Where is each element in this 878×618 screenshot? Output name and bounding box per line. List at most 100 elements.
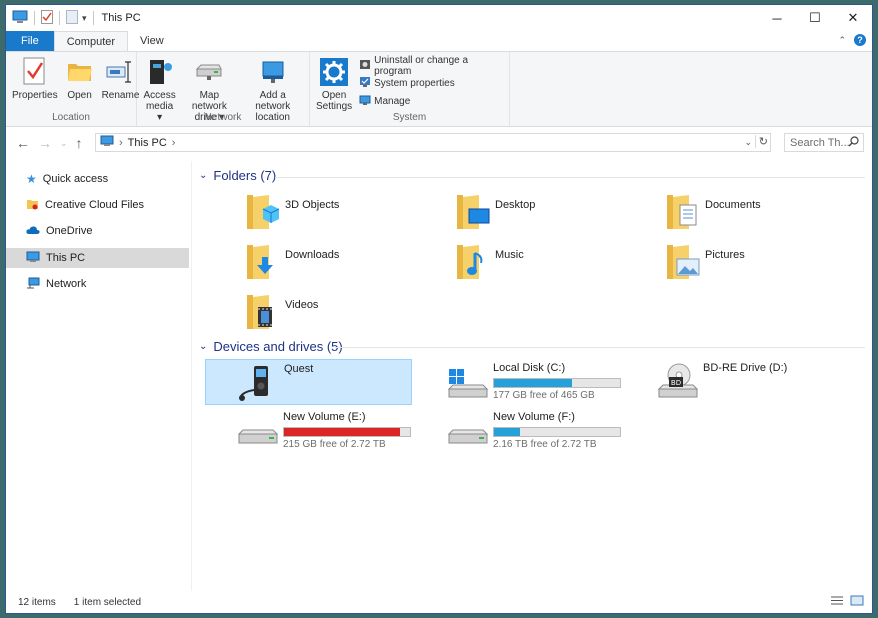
system-properties-icon: [359, 76, 371, 91]
up-arrow-icon[interactable]: ↑: [76, 135, 83, 151]
drive-usage-bar: [283, 427, 411, 437]
downloads-folder-icon: [245, 243, 281, 283]
breadcrumb-separator-icon[interactable]: ›: [119, 137, 123, 149]
sidebar-item-label: Creative Cloud Files: [45, 199, 145, 211]
forward-arrow-icon[interactable]: →: [38, 135, 52, 151]
properties-icon: [19, 56, 51, 88]
close-button[interactable]: ✕: [834, 5, 872, 31]
access-media-icon: [144, 56, 176, 88]
this-pc-icon: [12, 10, 28, 27]
item-count: 12 items: [18, 596, 56, 608]
section-title: Folders (7): [213, 168, 277, 183]
breadcrumb-this-pc[interactable]: This PC: [128, 137, 167, 149]
details-view-icon[interactable]: [830, 595, 844, 609]
star-icon: ★: [26, 172, 37, 186]
uninstall-program-button[interactable]: Uninstall or change a program: [359, 55, 506, 77]
sidebar-item-creative-cloud-files[interactable]: Creative Cloud Files: [6, 195, 189, 215]
rename-icon: [104, 56, 136, 88]
access-media-label-1: Access: [143, 90, 176, 101]
ribbon-group-network: Access media ▾ Map network drive ▾ Add a…: [137, 52, 310, 126]
drive-item-new-volume-e[interactable]: New Volume (E:) 215 GB free of 2.72 TB: [205, 408, 412, 454]
collapse-chevron-icon[interactable]: ⌄: [199, 341, 207, 352]
system-properties-button[interactable]: System properties: [359, 76, 506, 91]
folder-item-pictures[interactable]: Pictures: [665, 243, 865, 287]
folder-item-desktop[interactable]: Desktop: [455, 193, 655, 237]
folder-item-downloads[interactable]: Downloads: [245, 243, 445, 287]
refresh-icon[interactable]: ↻: [754, 135, 768, 148]
sidebar-item-this-pc[interactable]: This PC: [6, 248, 189, 268]
maximize-button[interactable]: ☐: [796, 5, 834, 31]
3d-objects-folder-icon: [245, 193, 281, 233]
navigation-bar: ← → ⌄ ↑ › This PC › ⌄ ↻ Search Th...: [6, 129, 872, 157]
rename-label: Rename: [101, 90, 140, 101]
map-network-drive-label-1: Map network: [191, 90, 227, 112]
ribbon-group-location: Properties Open Rename Location: [6, 52, 140, 126]
new-folder-qa-icon[interactable]: [66, 9, 78, 27]
recent-locations-chevron-icon[interactable]: ⌄: [60, 138, 68, 149]
folder-item-3d-objects[interactable]: 3D Objects: [245, 193, 445, 237]
ribbon-group-network-label: Network: [204, 112, 242, 123]
section-divider: [275, 177, 865, 178]
sidebar-item-label: This PC: [46, 252, 86, 264]
search-icon[interactable]: [848, 136, 859, 150]
settings-gear-icon: [318, 56, 350, 88]
search-placeholder: Search Th...: [790, 136, 850, 149]
add-network-location-label-1: Add a network: [255, 90, 291, 112]
add-network-location-icon: [257, 56, 289, 88]
address-bar[interactable]: › This PC › ⌄ ↻: [95, 133, 771, 152]
creative-cloud-folder-icon: [26, 198, 39, 213]
tab-view[interactable]: View: [128, 31, 176, 51]
portable-device-icon: [236, 360, 280, 404]
collapse-ribbon-icon[interactable]: ⌃: [838, 35, 846, 46]
desktop-folder-icon: [455, 193, 491, 233]
open-folder-icon: [64, 56, 96, 88]
drive-item-new-volume-f[interactable]: New Volume (F:) 2.16 TB free of 2.72 TB: [415, 408, 622, 454]
search-input[interactable]: Search Th...: [784, 133, 864, 152]
breadcrumb-chevron-icon[interactable]: ›: [172, 137, 176, 149]
quick-access-toolbar: ▾: [12, 9, 96, 27]
drive-item-bd-re-d[interactable]: BD BD-RE Drive (D:): [625, 359, 832, 405]
section-divider: [335, 347, 865, 348]
minimize-button[interactable]: ─: [758, 5, 796, 31]
manage-label: Manage: [374, 96, 411, 107]
network-icon: [26, 277, 40, 292]
help-icon[interactable]: ?: [854, 34, 866, 46]
customize-qa-dropdown-icon[interactable]: ▾: [82, 13, 87, 24]
drive-item-quest[interactable]: Quest: [205, 359, 412, 405]
large-icons-view-icon[interactable]: [850, 595, 864, 609]
collapse-chevron-icon[interactable]: ⌄: [199, 170, 207, 181]
folder-item-videos[interactable]: Videos: [245, 293, 445, 337]
sidebar-item-onedrive[interactable]: OneDrive: [6, 221, 189, 241]
drive-free-space: 2.16 TB free of 2.72 TB: [493, 439, 597, 450]
open-label: Open: [67, 90, 92, 101]
windows-drive-icon: [445, 359, 489, 403]
window-title: This PC: [101, 12, 141, 24]
navigation-pane: ★ Quick access Creative Cloud Files OneD…: [6, 161, 192, 591]
folders-section-header[interactable]: ⌄ Folders (7): [199, 168, 276, 183]
sidebar-item-quick-access[interactable]: ★ Quick access: [6, 169, 189, 189]
uninstall-program-icon: [359, 58, 371, 73]
back-arrow-icon[interactable]: ←: [16, 135, 30, 151]
drive-usage-fill: [284, 428, 400, 436]
explorer-window: ▾ This PC ─ ☐ ✕ File Computer View ⌃ ? P…: [5, 4, 873, 614]
properties-qa-icon[interactable]: [41, 9, 53, 27]
uninstall-program-label: Uninstall or change a program: [374, 54, 469, 77]
folder-name: Desktop: [495, 199, 536, 211]
folder-item-music[interactable]: Music: [455, 243, 655, 287]
svg-text:BD: BD: [671, 379, 681, 387]
folder-item-documents[interactable]: Documents: [665, 193, 865, 237]
tab-file[interactable]: File: [6, 31, 54, 51]
drive-usage-bar: [493, 427, 621, 437]
sidebar-item-network[interactable]: Network: [6, 274, 189, 294]
drive-free-space: 177 GB free of 465 GB: [493, 390, 595, 401]
drives-section-header[interactable]: ⌄ Devices and drives (5): [199, 339, 343, 354]
tab-computer[interactable]: Computer: [53, 31, 129, 51]
address-pc-icon: [100, 135, 114, 150]
address-dropdown-icon[interactable]: ⌄: [744, 137, 752, 148]
manage-button[interactable]: Manage: [359, 94, 506, 109]
open-settings-label-2: Settings: [316, 101, 353, 112]
sidebar-item-label: Network: [46, 278, 87, 290]
drive-usage-fill: [494, 428, 521, 436]
drive-item-local-disk-c[interactable]: Local Disk (C:) 177 GB free of 465 GB: [415, 359, 622, 405]
documents-folder-icon: [665, 193, 701, 233]
